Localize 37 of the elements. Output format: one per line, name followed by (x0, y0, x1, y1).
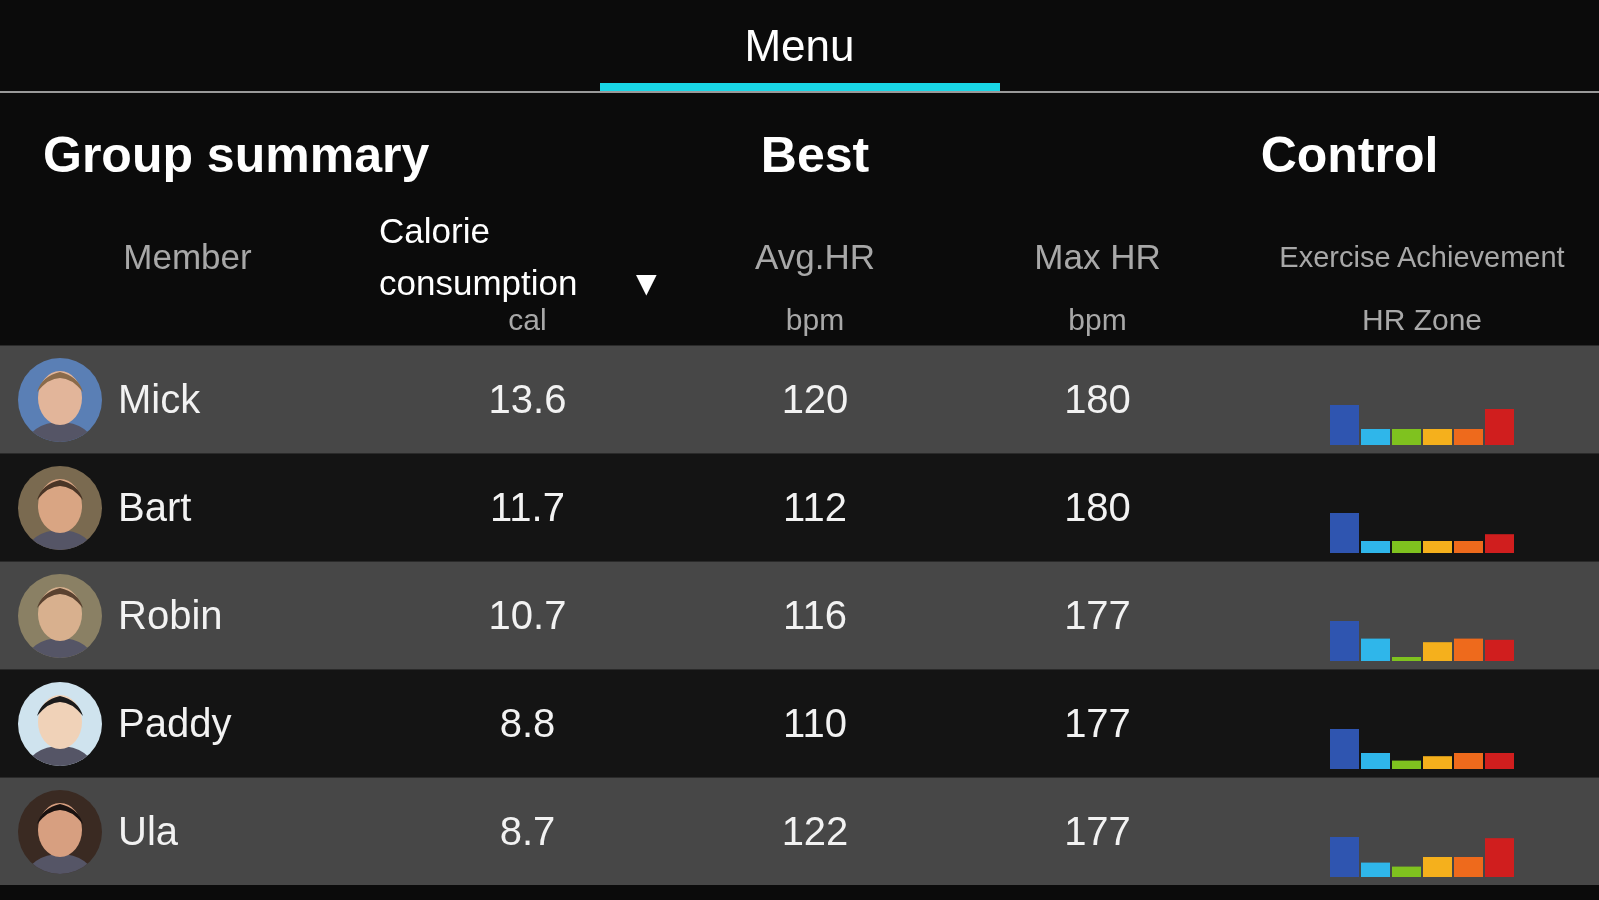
table-row[interactable]: Paddy 8.8 110 177 (0, 669, 1599, 777)
table-row[interactable]: Ula 8.7 122 177 (0, 777, 1599, 885)
sort-indicator[interactable]: ▼ (629, 257, 664, 309)
table-cell: 116 (783, 593, 847, 637)
member-name: Bart (118, 485, 192, 530)
member-name: Robin (118, 593, 223, 638)
unit-label: HR Zone (1361, 303, 1482, 337)
table-cell: 8.7 (499, 809, 556, 853)
table-cell: 122 (781, 809, 849, 853)
table-cell: 177 (1064, 593, 1131, 637)
column-header: Member (122, 236, 253, 278)
table-cell: 177 (1064, 809, 1131, 853)
unit-label: bpm (785, 303, 845, 337)
unit-label: bpm (1068, 303, 1127, 337)
table-cell: 11.7 (490, 485, 565, 529)
member-name: Paddy (118, 701, 232, 746)
table-cell: 180 (1064, 485, 1131, 529)
table-cell: 8.8 (499, 701, 556, 745)
table-cell: 10.7 (488, 593, 567, 637)
member-name: Ula (118, 809, 179, 854)
table-cell: 13.6 (488, 377, 567, 421)
table-cell: 180 (1064, 377, 1131, 421)
table-row[interactable]: Mick 13.6 120 180 (0, 345, 1599, 453)
table-row[interactable]: Bart 11.7 112 180 (0, 453, 1599, 561)
table-row[interactable]: Robin 10.7 116 177 (0, 561, 1599, 669)
section-title: Control (1259, 126, 1440, 185)
table-cell: 120 (781, 377, 849, 421)
column-header: Avg.HR (754, 236, 876, 278)
column-header: Max HR (1033, 236, 1162, 278)
member-name: Mick (118, 377, 201, 422)
table-cell: 110 (783, 701, 847, 745)
table-cell: 112 (783, 485, 847, 529)
table-cell: 177 (1064, 701, 1131, 745)
section-title: Group summary (42, 126, 431, 185)
menu-tab[interactable]: Menu (599, 0, 1000, 91)
column-header: Exercise Achievement (1278, 239, 1566, 275)
section-title: Best (759, 126, 871, 185)
